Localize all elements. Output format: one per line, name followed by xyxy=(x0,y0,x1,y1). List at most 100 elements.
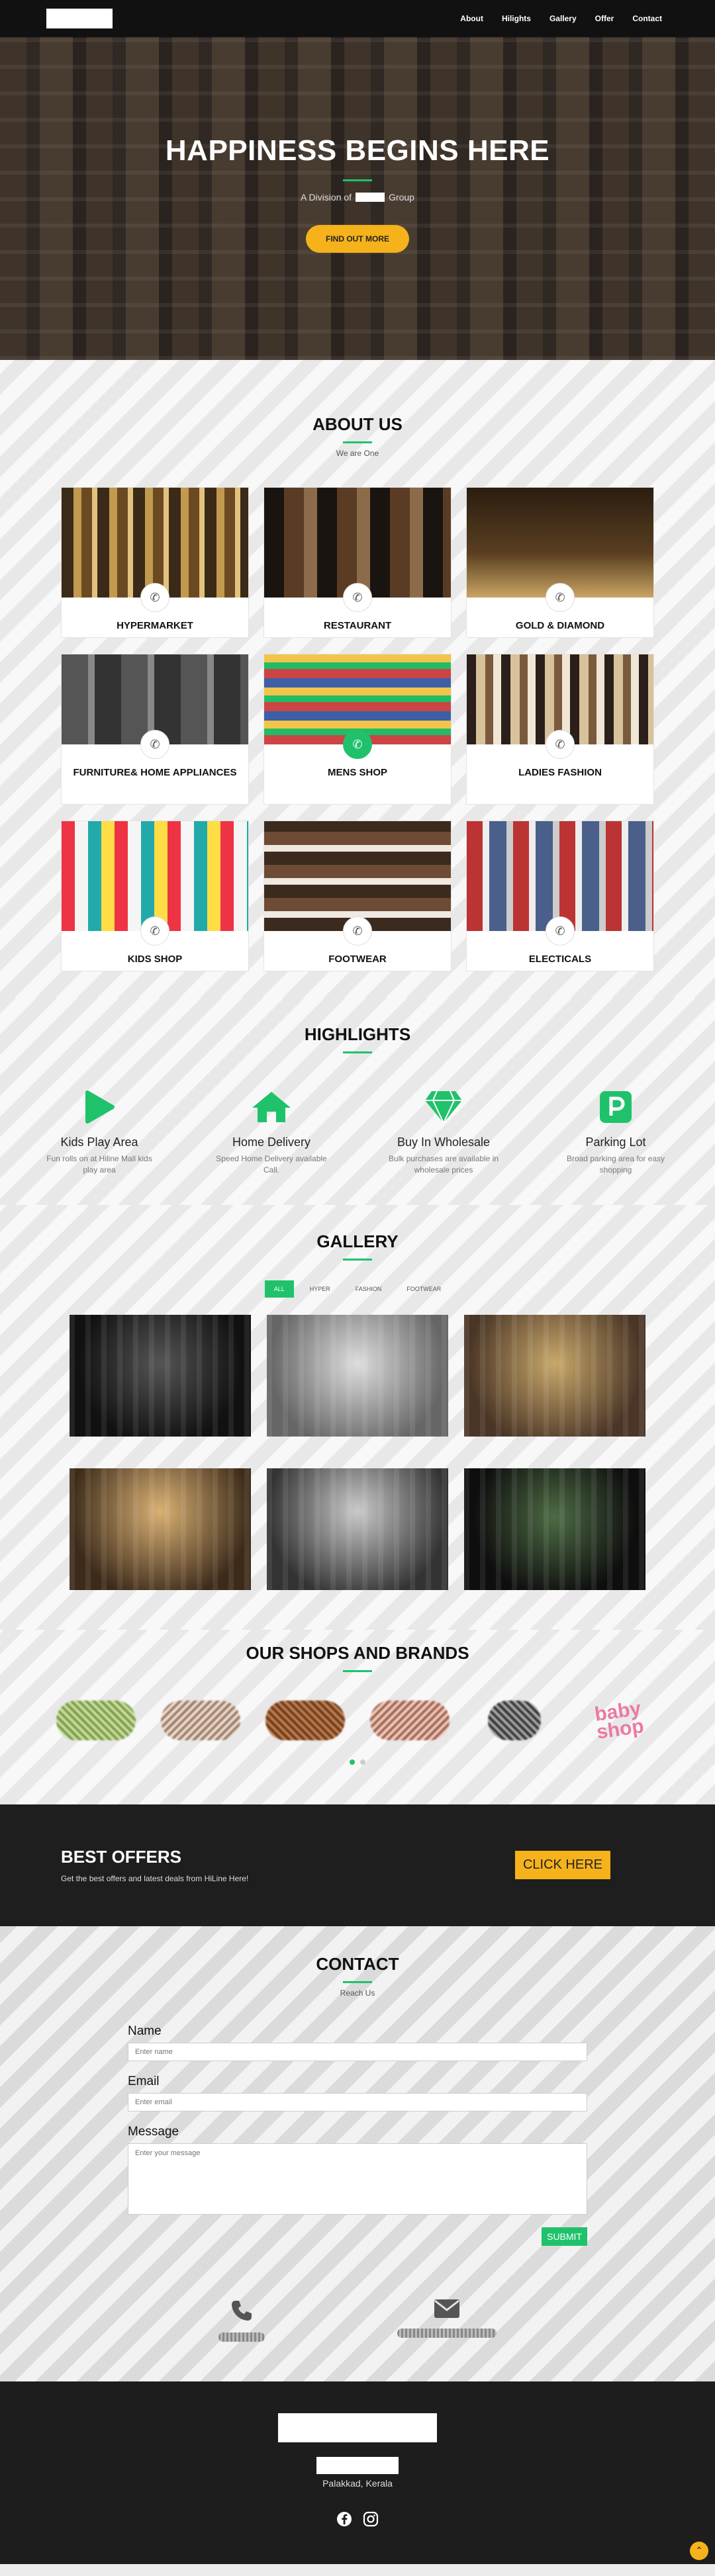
card-image: ✆ xyxy=(62,488,248,612)
hero-content: HAPPINESS BEGINS HERE A Division of Grou… xyxy=(166,134,549,253)
contact-email[interactable] xyxy=(397,2299,497,2342)
offers-text: BEST OFFERS Get the best offers and late… xyxy=(61,1847,248,1883)
gallery-image[interactable] xyxy=(70,1314,251,1437)
nav-link-offer[interactable]: Offer xyxy=(595,14,614,23)
carousel-dot[interactable] xyxy=(350,1759,355,1765)
hero-subtitle-post: Group xyxy=(389,191,414,202)
facebook-icon[interactable] xyxy=(336,2511,352,2527)
card-image: ✆ xyxy=(62,821,248,946)
brand-logo-item[interactable] xyxy=(50,1691,142,1750)
offers-title: BEST OFFERS xyxy=(61,1847,182,1867)
brand-logo-item[interactable] xyxy=(363,1691,456,1750)
chevron-up-icon: ⌃ xyxy=(695,2545,703,2556)
footer-logo xyxy=(278,2413,437,2442)
filter-footwear[interactable]: FOOTWEAR xyxy=(397,1280,450,1298)
redacted-phone xyxy=(218,2332,265,2342)
message-textarea[interactable] xyxy=(128,2143,587,2215)
about-section: ABOUT US We are One ✆ HYPERMARKET ✆ REST… xyxy=(0,360,715,998)
shop-card-electricals[interactable]: ✆ ELECTICALS xyxy=(466,821,654,971)
home-icon xyxy=(199,1087,344,1128)
filter-all[interactable]: ALL xyxy=(264,1280,294,1298)
gallery-section: GALLERY ALL HYPER FASHION FOOTWEAR xyxy=(0,1204,715,1630)
card-label: GOLD & DIAMOND xyxy=(515,620,605,631)
email-input[interactable] xyxy=(128,2092,587,2111)
card-label: FURNITURE& HOME APPLIANCES xyxy=(73,767,237,778)
carousel-dots xyxy=(0,1759,715,1765)
shop-card-furniture[interactable]: ✆ FURNITURE& HOME APPLIANCES xyxy=(61,654,249,805)
card-image: ✆ xyxy=(264,654,451,759)
shop-card-restaurant[interactable]: ✆ RESTAURANT xyxy=(263,487,452,638)
find-out-more-button[interactable]: FIND OUT MORE xyxy=(306,224,409,253)
shop-card-gold-diamond[interactable]: ✆ GOLD & DIAMOND xyxy=(466,487,654,638)
shop-card-mens[interactable]: ✆ MENS SHOP xyxy=(263,654,452,805)
click-here-button[interactable]: CLICK HERE xyxy=(514,1851,610,1880)
gallery-image[interactable] xyxy=(464,1314,645,1437)
carousel-dot[interactable] xyxy=(360,1759,365,1765)
phone-icon[interactable]: ✆ xyxy=(343,916,372,946)
submit-button[interactable]: SUBMIT xyxy=(542,2227,587,2246)
footer: Palakkad, Kerala ⌃ xyxy=(0,2381,715,2564)
phone-icon[interactable]: ✆ xyxy=(343,583,372,612)
shop-card-kids[interactable]: ✆ KIDS SHOP xyxy=(61,821,249,971)
about-divider xyxy=(343,441,372,443)
gallery-image[interactable] xyxy=(464,1468,645,1590)
filter-hyper[interactable]: HYPER xyxy=(301,1280,340,1298)
highlight-home-delivery: Home Delivery Speed Home Delivery availa… xyxy=(199,1087,344,1176)
brand-logo-item[interactable] xyxy=(259,1691,352,1750)
brand-logo-item[interactable] xyxy=(154,1691,247,1750)
social-links xyxy=(336,2511,379,2527)
nav-link-about[interactable]: About xyxy=(460,14,483,23)
filter-fashion[interactable]: FASHION xyxy=(346,1280,391,1298)
gallery-image[interactable] xyxy=(267,1468,448,1590)
phone-icon[interactable]: ✆ xyxy=(546,583,575,612)
phone-icon[interactable]: ✆ xyxy=(343,730,372,759)
gallery-image[interactable] xyxy=(70,1468,251,1590)
scroll-to-top-button[interactable]: ⌃ xyxy=(690,2541,708,2560)
hero-divider xyxy=(343,179,372,181)
nav-link-hilights[interactable]: Hilights xyxy=(502,14,531,23)
gallery-image[interactable] xyxy=(267,1314,448,1437)
card-image: ✆ xyxy=(264,488,451,612)
brand-logo-item[interactable] xyxy=(468,1691,561,1750)
card-image: ✆ xyxy=(467,654,653,759)
name-input[interactable] xyxy=(128,2042,587,2061)
card-label: MENS SHOP xyxy=(327,767,387,778)
highlight-title: Buy In Wholesale xyxy=(397,1135,491,1149)
offers-section: BEST OFFERS Get the best offers and late… xyxy=(0,1804,715,1926)
shop-card-grid: ✆ HYPERMARKET ✆ RESTAURANT ✆ GOLD & DIAM… xyxy=(0,487,715,971)
phone-icon[interactable]: ✆ xyxy=(140,583,169,612)
highlight-title: Home Delivery xyxy=(232,1135,311,1149)
nav-link-gallery[interactable]: Gallery xyxy=(549,14,577,23)
brand-logo-item[interactable]: baby shop xyxy=(573,1691,665,1750)
brand-logo-image xyxy=(370,1700,450,1740)
highlights-section: HIGHLIGHTS Kids Play Area Fun rolls on a… xyxy=(0,998,715,1205)
hero-subtitle-pre: A Division of xyxy=(301,191,352,202)
shop-card-hypermarket[interactable]: ✆ HYPERMARKET xyxy=(61,487,249,638)
phone-icon[interactable]: ✆ xyxy=(546,916,575,946)
card-image: ✆ xyxy=(467,821,653,946)
nav-link-contact[interactable]: Contact xyxy=(632,14,662,23)
highlights-title: HIGHLIGHTS xyxy=(304,1024,411,1044)
contact-phone[interactable] xyxy=(218,2299,265,2342)
about-title: ABOUT US xyxy=(312,414,403,434)
instagram-icon[interactable] xyxy=(363,2511,379,2527)
footer-logo-secondary xyxy=(316,2456,399,2474)
phone-icon[interactable]: ✆ xyxy=(140,730,169,759)
brands-section: OUR SHOPS AND BRANDS baby shop xyxy=(0,1629,715,1804)
gallery-title: GALLERY xyxy=(316,1231,399,1251)
highlight-title: Parking Lot xyxy=(585,1135,646,1149)
play-icon xyxy=(26,1087,172,1128)
phone-icon[interactable]: ✆ xyxy=(140,916,169,946)
brand-logo-image xyxy=(56,1700,136,1740)
redacted-group-name xyxy=(356,192,385,202)
brand-logo-image xyxy=(488,1700,541,1740)
highlight-parking: Parking Lot Broad parking area for easy … xyxy=(543,1087,689,1176)
brand-logo[interactable] xyxy=(46,9,113,28)
highlights-grid: Kids Play Area Fun rolls on at Hiline Ma… xyxy=(0,1087,715,1176)
shop-card-ladies[interactable]: ✆ LADIES FASHION xyxy=(466,654,654,805)
highlight-title: Kids Play Area xyxy=(60,1135,138,1149)
nav-links: About Hilights Gallery Offer Contact xyxy=(460,14,662,23)
card-label: FOOTWEAR xyxy=(328,954,387,965)
shop-card-footwear[interactable]: ✆ FOOTWEAR xyxy=(263,821,452,971)
phone-icon[interactable]: ✆ xyxy=(546,730,575,759)
